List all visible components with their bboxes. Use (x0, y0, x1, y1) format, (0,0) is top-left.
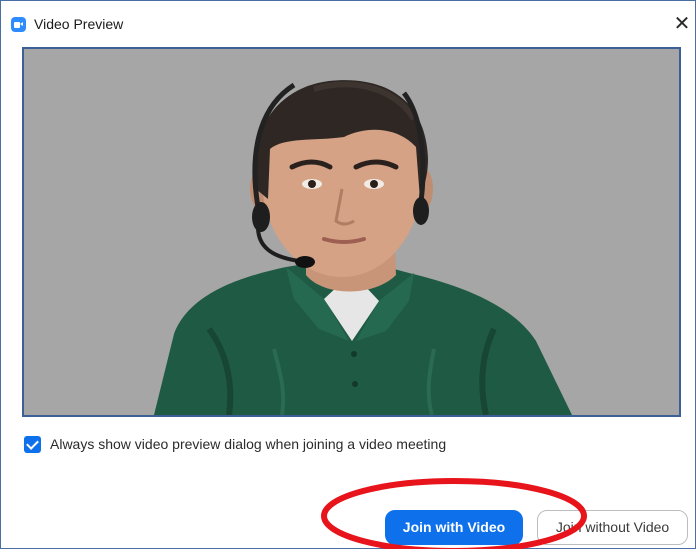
title-bar: Video Preview ✕ (1, 1, 695, 41)
preview-option-row[interactable]: Always show video preview dialog when jo… (24, 433, 446, 455)
close-icon[interactable]: ✕ (669, 11, 695, 37)
window-title: Video Preview (34, 16, 124, 32)
video-preview (22, 47, 681, 417)
join-without-video-button[interactable]: Join without Video (537, 510, 688, 545)
video-preview-dialog: Video Preview ✕ Always show video previe… (0, 0, 696, 549)
zoom-camera-icon (11, 17, 26, 32)
join-with-video-button[interactable]: Join with Video (385, 510, 523, 545)
checkbox-checked-icon[interactable] (24, 435, 41, 453)
webcam-person-image (154, 80, 572, 415)
preview-option-label: Always show video preview dialog when jo… (50, 436, 447, 452)
